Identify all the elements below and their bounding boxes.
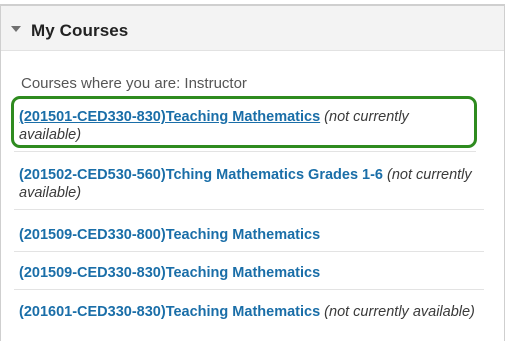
triangle-down-icon[interactable] (11, 26, 21, 32)
course-link[interactable]: (201502-CED530-560)Tching Mathematics Gr… (19, 167, 383, 183)
role-heading: Courses where you are: Instructor (21, 75, 247, 92)
course-link[interactable]: (201601-CED330-830)Teaching Mathematics (19, 304, 320, 320)
module-right-border (504, 4, 505, 341)
module-left-border (0, 4, 1, 341)
course-link[interactable]: (201509-CED330-830)Teaching Mathematics (19, 265, 320, 281)
course-link[interactable]: (201501-CED330-830)Teaching Mathematics (19, 109, 320, 125)
course-link[interactable]: (201509-CED330-800)Teaching Mathematics (19, 227, 320, 243)
module-title: My Courses (31, 21, 129, 40)
module-header: My Courses (1, 4, 504, 51)
course-status: (not currently available) (324, 304, 475, 320)
course-item: (201509-CED330-800)Teaching Mathematics (12, 226, 484, 252)
course-item: (201509-CED330-830)Teaching Mathematics (12, 264, 484, 290)
course-item: (201601-CED330-830)Teaching Mathematics … (12, 303, 480, 321)
my-courses-module: My Courses Courses where you are: Instru… (0, 0, 508, 341)
course-item: (201502-CED530-560)Tching Mathematics Gr… (12, 166, 484, 210)
course-item: (201501-CED330-830)Teaching Mathematics … (12, 108, 476, 152)
